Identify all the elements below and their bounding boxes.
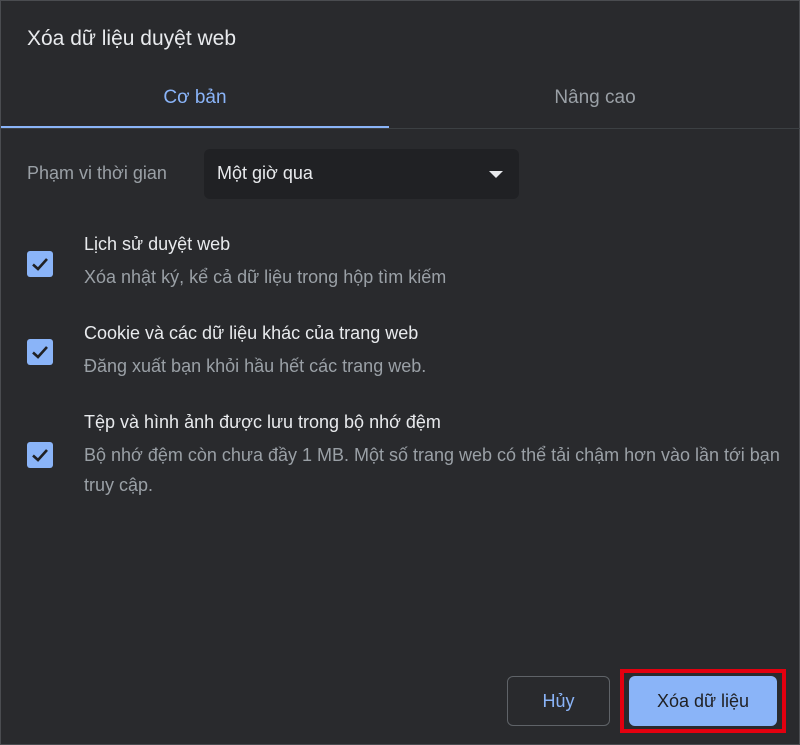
- option-title: Cookie và các dữ liệu khác của trang web: [84, 323, 419, 343]
- checkmark-icon: [32, 258, 48, 271]
- cache-checkbox[interactable]: [27, 442, 53, 468]
- dialog-title: Xóa dữ liệu duyệt web: [27, 27, 237, 50]
- option-description: Đăng xuất bạn khỏi hầu hết các trang web…: [84, 356, 427, 376]
- cookies-checkbox[interactable]: [27, 339, 53, 365]
- tabs-divider: [1, 128, 800, 129]
- option-title: Tệp và hình ảnh được lưu trong bộ nhớ đệ…: [84, 412, 441, 432]
- checkmark-icon: [32, 449, 48, 462]
- dropdown-arrow-icon: [489, 171, 503, 178]
- tab-basic[interactable]: Cơ bản: [1, 67, 389, 129]
- checkmark-icon: [32, 346, 48, 359]
- cancel-button[interactable]: Hủy: [507, 676, 610, 726]
- highlight-box: [620, 669, 786, 733]
- clear-browsing-data-dialog: Xóa dữ liệu duyệt web Cơ bản Nâng cao Ph…: [0, 0, 800, 745]
- time-range-label: Phạm vi thời gian: [27, 163, 167, 183]
- tab-bar: Cơ bản Nâng cao: [1, 67, 800, 129]
- browsing-history-checkbox[interactable]: [27, 251, 53, 277]
- time-range-value: Một giờ qua: [217, 163, 313, 183]
- option-description: Bộ nhớ đệm còn chưa đầy 1 MB. Một số tra…: [84, 445, 780, 495]
- option-title: Lịch sử duyệt web: [84, 234, 231, 254]
- option-description: Xóa nhật ký, kể cả dữ liệu trong hộp tìm…: [84, 267, 447, 287]
- tab-advanced[interactable]: Nâng cao: [389, 67, 800, 129]
- time-range-select[interactable]: Một giờ qua: [204, 149, 519, 199]
